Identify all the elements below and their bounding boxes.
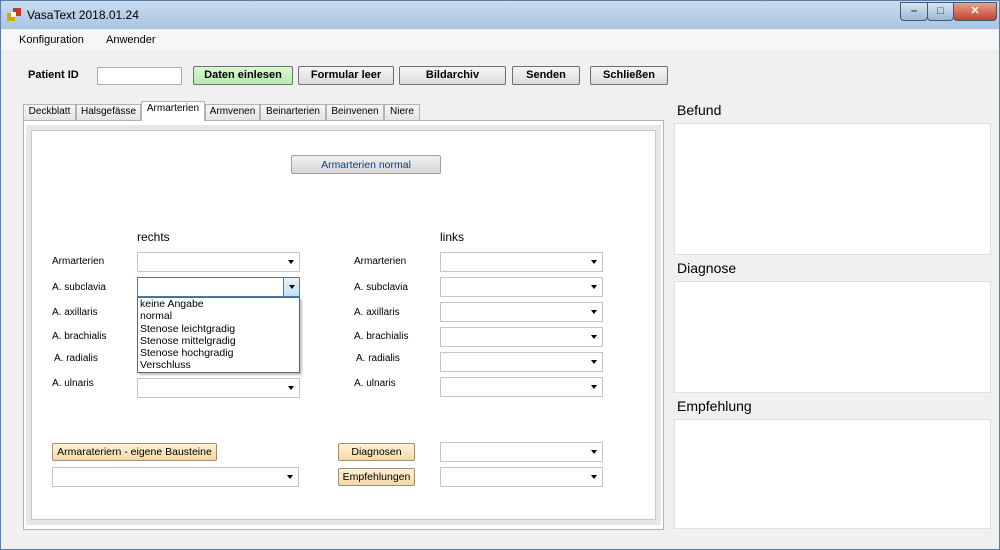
links-heading: links xyxy=(440,230,465,244)
minimize-button[interactable]: – xyxy=(900,2,928,21)
tab-niere[interactable]: Niere xyxy=(384,104,420,120)
label-links-axillaris: A. axillaris xyxy=(354,307,400,318)
empfehlung-textarea[interactable] xyxy=(674,419,991,529)
tab-beinvenen[interactable]: Beinvenen xyxy=(326,104,384,120)
subclavia-dropdown-list: keine Angabe normal Stenose leichtgradig… xyxy=(137,297,300,373)
menu-konfiguration[interactable]: Konfiguration xyxy=(19,34,84,46)
combo-rechts-armarterien[interactable] xyxy=(137,252,300,272)
senden-button[interactable]: Senden xyxy=(512,66,580,85)
label-rechts-armarterien: Armarterien xyxy=(52,256,105,267)
diagnose-label: Diagnose xyxy=(677,260,737,276)
label-links-radialis: A. radialis xyxy=(356,353,400,364)
dropdown-option[interactable]: keine Angabe xyxy=(138,298,299,310)
label-rechts-brachialis: A. brachialis xyxy=(52,331,107,342)
dropdown-option[interactable]: Stenose hochgradig xyxy=(138,347,299,359)
window-title: VasaText 2018.01.24 xyxy=(27,8,139,22)
label-rechts-subclavia: A. subclavia xyxy=(52,282,106,293)
formular-leer-button[interactable]: Formular leer xyxy=(298,66,394,85)
combo-bausteine[interactable] xyxy=(52,467,299,487)
tab-beinarterien[interactable]: Beinarterien xyxy=(260,104,326,120)
dropdown-toggle[interactable] xyxy=(283,278,299,296)
dropdown-option[interactable]: Verschluss xyxy=(138,359,299,371)
chevron-down-icon xyxy=(591,335,597,339)
chevron-down-icon xyxy=(591,285,597,289)
dropdown-option[interactable]: Stenose leichtgradig xyxy=(138,323,299,335)
chevron-down-icon xyxy=(287,475,293,479)
patient-id-input[interactable] xyxy=(97,67,182,85)
dropdown-option[interactable]: Stenose mittelgradig xyxy=(138,335,299,347)
chevron-down-icon xyxy=(289,285,295,289)
chevron-down-icon xyxy=(288,260,294,264)
label-links-armarterien: Armarterien xyxy=(354,256,407,267)
chevron-down-icon xyxy=(591,385,597,389)
befund-label: Befund xyxy=(677,102,722,118)
label-links-brachialis: A. brachialis xyxy=(354,331,409,342)
label-rechts-radialis: A. radialis xyxy=(54,353,98,364)
combo-links-subclavia[interactable] xyxy=(440,277,603,297)
menu-anwender[interactable]: Anwender xyxy=(106,34,156,46)
combo-links-axillaris[interactable] xyxy=(440,302,603,322)
menu-bar: Konfiguration Anwender xyxy=(1,30,999,50)
chevron-down-icon xyxy=(591,310,597,314)
label-links-subclavia: A. subclavia xyxy=(354,282,408,293)
title-bar: VasaText 2018.01.24 – □ ✕ xyxy=(1,1,999,29)
bildarchiv-button[interactable]: Bildarchiv xyxy=(399,66,506,85)
combo-links-armarterien[interactable] xyxy=(440,252,603,272)
combo-rechts-subclavia[interactable] xyxy=(137,277,300,297)
eigene-bausteine-button[interactable]: Armarateriern - eigene Bausteine xyxy=(52,443,217,461)
chevron-down-icon xyxy=(591,475,597,479)
combo-links-ulnaris[interactable] xyxy=(440,377,603,397)
combo-rechts-ulnaris[interactable] xyxy=(137,378,300,398)
rechts-heading: rechts xyxy=(137,230,170,244)
label-rechts-ulnaris: A. ulnaris xyxy=(52,378,94,389)
dropdown-option[interactable]: normal xyxy=(138,310,299,322)
daten-einlesen-button[interactable]: Daten einlesen xyxy=(193,66,293,85)
app-window: VasaText 2018.01.24 – □ ✕ Konfiguration … xyxy=(0,0,1000,550)
chevron-down-icon xyxy=(591,450,597,454)
combo-diagnosen[interactable] xyxy=(440,442,603,462)
diagnosen-button[interactable]: Diagnosen xyxy=(338,443,415,461)
label-links-ulnaris: A. ulnaris xyxy=(354,378,396,389)
empfehlungen-button[interactable]: Empfehlungen xyxy=(338,468,415,486)
combo-links-brachialis[interactable] xyxy=(440,327,603,347)
chevron-down-icon xyxy=(288,386,294,390)
tab-halsgefaesse[interactable]: Halsgefässe xyxy=(76,104,141,120)
close-button[interactable]: ✕ xyxy=(953,2,997,21)
armarterien-normal-button[interactable]: Armarterien normal xyxy=(291,155,441,174)
tab-armvenen[interactable]: Armvenen xyxy=(205,104,260,120)
tab-armarterien[interactable]: Armarterien xyxy=(141,101,205,121)
patient-id-label: Patient ID xyxy=(28,69,79,81)
combo-links-radialis[interactable] xyxy=(440,352,603,372)
schliessen-button[interactable]: Schließen xyxy=(590,66,668,85)
befund-textarea[interactable] xyxy=(674,123,991,255)
maximize-button[interactable]: □ xyxy=(927,2,954,21)
combo-empfehlungen[interactable] xyxy=(440,467,603,487)
tab-deckblatt[interactable]: Deckblatt xyxy=(23,104,76,120)
app-logo-icon xyxy=(7,8,21,22)
chevron-down-icon xyxy=(591,260,597,264)
empfehlung-label: Empfehlung xyxy=(677,398,752,414)
chevron-down-icon xyxy=(591,360,597,364)
label-rechts-axillaris: A. axillaris xyxy=(52,307,98,318)
diagnose-textarea[interactable] xyxy=(674,281,991,393)
